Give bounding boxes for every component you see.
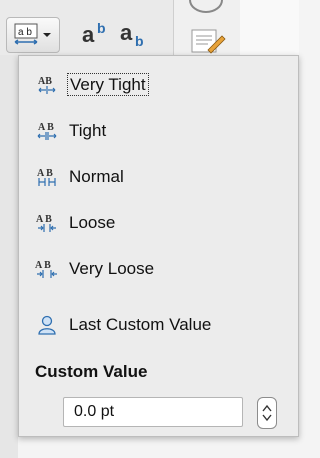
spacing-very-loose-icon: A B — [19, 258, 69, 280]
subscript-ab-icon[interactable]: a b — [118, 18, 152, 48]
spacing-tight-icon: A B — [19, 120, 69, 142]
svg-text:b: b — [97, 20, 106, 36]
menu-item-normal[interactable]: A B Normal — [19, 157, 298, 197]
circle-icon — [186, 0, 226, 14]
svg-text:a b: a b — [18, 27, 32, 38]
svg-text:A B: A B — [37, 168, 53, 179]
menu-item-label: Very Loose — [69, 259, 155, 278]
svg-text:A B: A B — [38, 122, 54, 133]
menu-item-very-loose[interactable]: A B Very Loose — [19, 249, 298, 289]
user-icon — [19, 314, 69, 336]
menu-item-label: Tight — [69, 121, 107, 140]
menu-item-label: Last Custom Value — [69, 315, 212, 334]
svg-text:b: b — [135, 33, 144, 48]
svg-text:A B: A B — [36, 214, 52, 225]
custom-value-heading: Custom Value — [35, 362, 148, 381]
svg-text:A B: A B — [35, 260, 51, 271]
menu-item-label: Loose — [69, 213, 116, 232]
menu-item-very-tight[interactable]: AB Very Tight — [19, 65, 298, 105]
custom-value-input[interactable]: 0.0 pt — [63, 397, 243, 427]
spacing-normal-icon: A B — [19, 166, 69, 188]
character-spacing-menu: AB Very Tight A B Tight A B Normal A B L… — [18, 55, 299, 437]
menu-item-label: Very Tight — [67, 73, 149, 96]
svg-text:a: a — [82, 22, 95, 47]
value-spinner[interactable] — [257, 397, 277, 429]
menu-item-label: Normal — [69, 167, 124, 186]
spinner-arrows-icon — [262, 404, 272, 422]
character-spacing-button[interactable]: a b — [6, 17, 60, 53]
svg-text:AB: AB — [38, 76, 52, 87]
superscript-ab-icon[interactable]: a b — [80, 18, 114, 48]
svg-text:a: a — [120, 20, 133, 45]
background-left — [0, 55, 18, 458]
side-panel-bg — [240, 0, 299, 55]
edit-document-icon[interactable] — [190, 28, 226, 54]
char-spacing-icon: a b — [14, 23, 51, 45]
menu-item-loose[interactable]: A B Loose — [19, 203, 298, 243]
menu-item-tight[interactable]: A B Tight — [19, 111, 298, 151]
menu-item-last-custom-value[interactable]: Last Custom Value — [19, 305, 298, 345]
spacing-very-tight-icon: AB — [19, 74, 69, 96]
spacing-loose-icon: A B — [19, 212, 69, 234]
toolbar: a b a b a b — [0, 0, 299, 55]
